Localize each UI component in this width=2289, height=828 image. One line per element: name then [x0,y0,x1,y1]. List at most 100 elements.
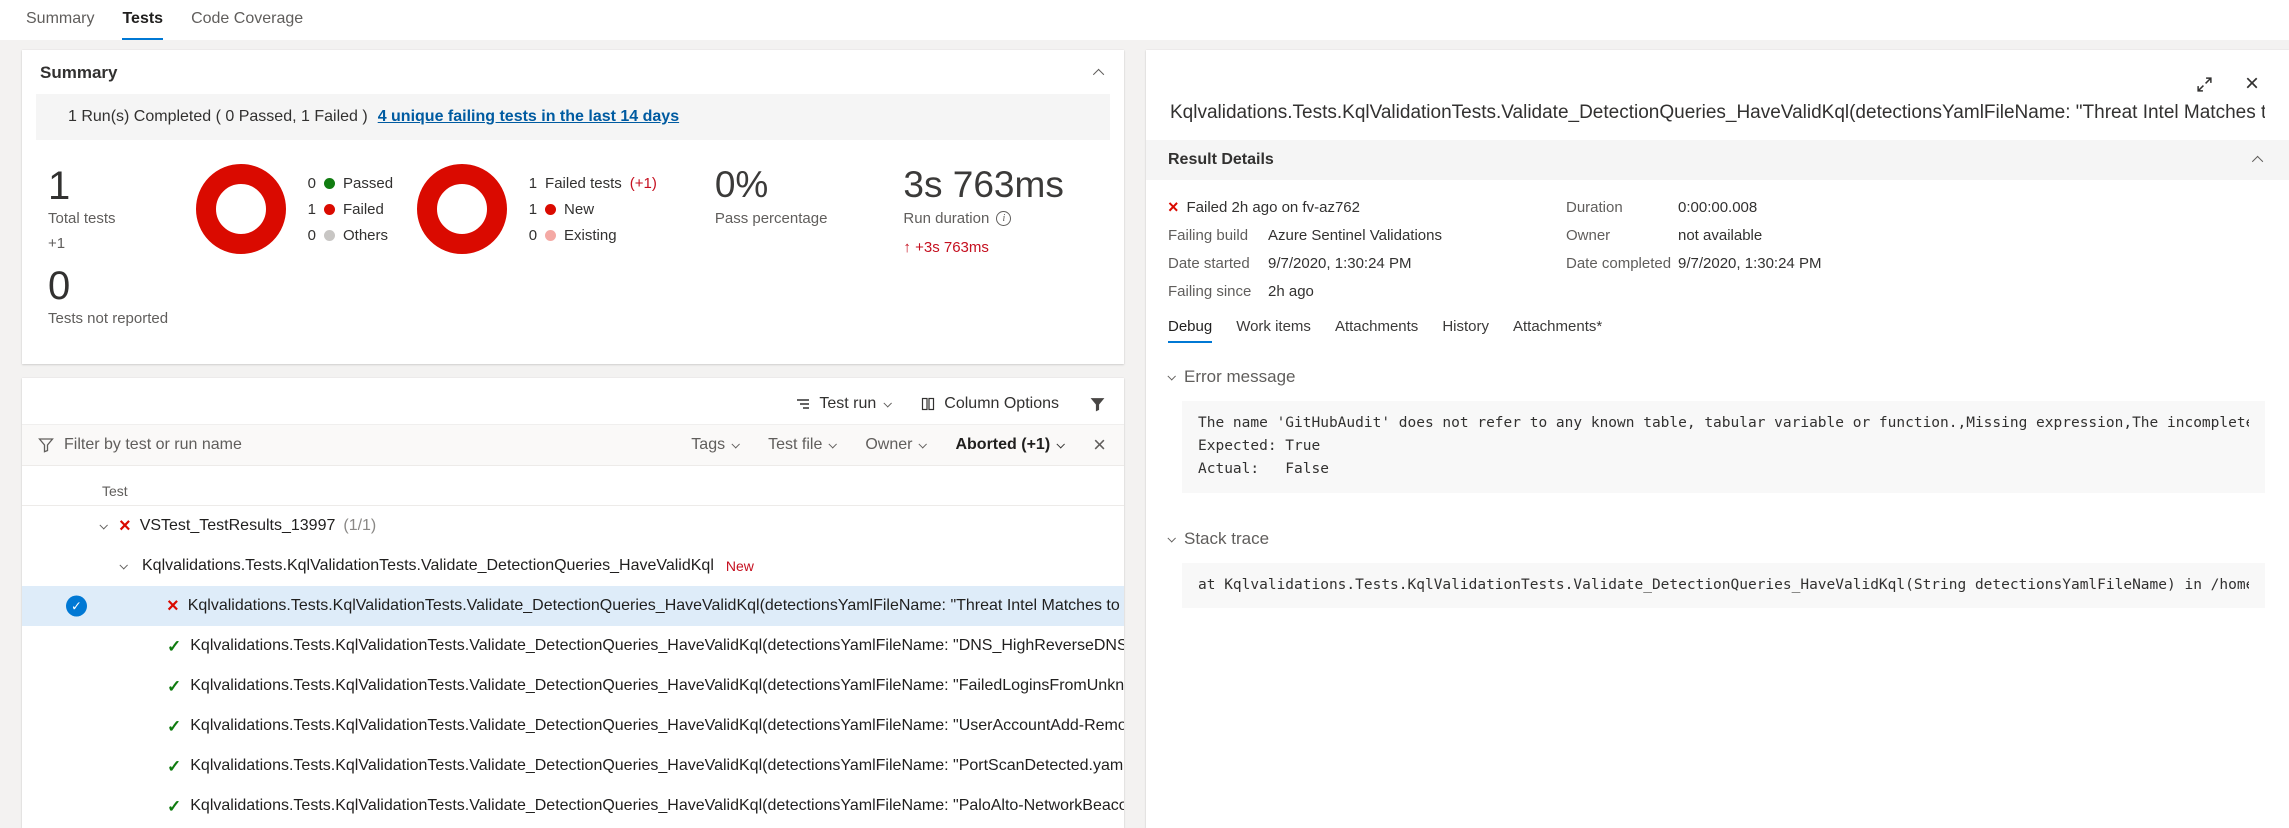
chevron-down-icon [883,399,893,408]
tab-tests[interactable]: Tests [122,0,164,40]
legend-row-others: 0 Others [304,227,393,244]
stack-trace-header[interactable]: Stack trace [1167,528,2265,549]
expand-panel-icon[interactable] [2196,72,2213,96]
test-column-header[interactable]: Test [102,483,128,499]
chevron-down-icon[interactable] [119,561,128,570]
tab-history[interactable]: History [1442,318,1489,343]
newness-donut-group: 1 Failed tests (+1) 1 New 0 Existing [417,164,657,254]
left-column: Summary 1 Run(s) Completed ( 0 Passed, 1… [22,50,1124,828]
clear-filter-icon[interactable]: × [1093,434,1106,456]
chevron-down-icon[interactable] [99,521,108,530]
outcome-row: × Failed 2h ago on fv-az762 [1168,198,1566,216]
table-row[interactable]: ✓ Kqlvalidations.Tests.KqlValidationTest… [22,786,1124,826]
passed-label: Passed [343,174,394,192]
outcome-legend: 0 Passed 1 Failed 0 Others [304,175,393,244]
runs-completed-text: 1 Run(s) Completed ( 0 Passed, 1 Failed … [68,108,368,125]
chevron-down-icon [1056,440,1066,449]
filter-input[interactable] [64,436,484,454]
table-row[interactable]: ✓ Kqlvalidations.Tests.KqlValidationTest… [22,626,1124,666]
selected-check-icon: ✓ [66,595,87,617]
table-row-group[interactable]: Kqlvalidations.Tests.KqlValidationTests.… [22,546,1124,586]
outcome-filter-dropdown[interactable]: Aborted (+1) [955,436,1066,454]
stack-trace-title: Stack trace [1184,528,1270,548]
stack-trace-line: at Kqlvalidations.Tests.KqlValidationTes… [1198,576,2249,593]
owner-filter-dropdown[interactable]: Owner [865,436,928,454]
others-dot-icon [324,229,335,241]
table-row[interactable]: ✓ Kqlvalidations.Tests.KqlValidationTest… [22,706,1124,746]
group-by-dropdown[interactable]: Test run [795,395,893,413]
test-file-filter-dropdown[interactable]: Test file [768,436,838,454]
summary-card-header: Summary [22,50,1124,92]
duration-value: 0:00:00.008 [1678,198,1758,216]
runs-completed-bar: 1 Run(s) Completed ( 0 Passed, 1 Failed … [36,94,1110,140]
column-options-button[interactable]: Column Options [920,395,1059,413]
new-badge: New [725,558,754,574]
others-label: Others [343,226,389,244]
tab-debug[interactable]: Debug [1168,318,1213,343]
test-name: Kqlvalidations.Tests.KqlValidationTests.… [190,717,1124,734]
error-message-header[interactable]: Error message [1167,367,2265,387]
details-tab-bar: Debug Work items Attachments History Att… [1146,318,2289,343]
tab-work-items[interactable]: Work items [1236,318,1311,343]
failed-label: Failed [343,200,384,218]
column-options-icon [922,397,935,411]
passed-count: 0 [307,174,316,192]
failing-tests-link[interactable]: 4 unique failing tests in the last 14 da… [378,108,679,126]
run-duration-value: 3s 763ms [903,164,1064,205]
outcome-donut-chart [196,164,286,254]
tab-attachments[interactable]: Attachments [1335,318,1418,343]
info-icon[interactable]: i [996,210,1012,226]
close-panel-icon[interactable]: × [2245,72,2259,96]
table-row[interactable]: ✓ Kqlvalidations.Tests.KqlValidationTest… [22,746,1124,786]
failing-build-label: Failing build [1168,227,1249,244]
legend-row-passed: 0 Passed [304,175,393,192]
failed-tests-count: 1 [528,174,538,192]
owner-value: not available [1678,227,1763,244]
tab-code-coverage[interactable]: Code Coverage [191,0,303,40]
run-duration-column: 3s 763ms Run duration i ↑ +3s 763ms [903,164,1063,256]
error-line: Expected: True [1198,438,1321,455]
existing-count: 0 [528,226,538,244]
failing-build-value[interactable]: Azure Sentinel Validations [1268,227,1442,244]
passed-icon: ✓ [167,796,182,816]
tags-filter-dropdown[interactable]: Tags [691,436,741,454]
owner-filter-label: Owner [865,436,913,453]
summary-stats: 1 Total tests +1 0 Tests not reported 0 … [22,140,1124,327]
result-details-grid: × Failed 2h ago on fv-az762 Duration 0:0… [1146,180,2289,300]
table-row-selected[interactable]: ✓ × Kqlvalidations.Tests.KqlValidationTe… [22,586,1124,626]
date-started-row: Date started 9/7/2020, 1:30:24 PM [1168,255,1566,272]
failed-tests-label: Failed tests [545,174,622,192]
outcome-filter-label: Aborted (+1) [955,436,1051,453]
not-reported-label: Tests not reported [48,310,169,327]
tab-summary[interactable]: Summary [26,0,94,40]
collapse-chevron-icon[interactable] [1092,68,1105,81]
date-started-label: Date started [1168,255,1250,272]
date-started-value: 9/7/2020, 1:30:24 PM [1268,255,1412,272]
others-count: 0 [307,226,316,244]
chevron-down-icon [918,440,928,449]
selected-test-title: Kqlvalidations.Tests.KqlValidationTests.… [1170,102,2265,123]
table-header: Test [22,472,1124,506]
test-name: Kqlvalidations.Tests.KqlValidationTests.… [190,637,1124,654]
total-tests-delta: +1 [48,235,66,252]
table-row-run[interactable]: × VSTest_TestResults_13997 (1/1) [22,506,1124,546]
table-row[interactable]: ✓ Kqlvalidations.Tests.KqlValidationTest… [22,666,1124,706]
filter-funnel-icon [38,438,54,453]
pass-percentage-label: Pass percentage [714,209,828,227]
failing-since-row: Failing since 2h ago [1168,283,1566,300]
new-dot-icon [545,203,557,215]
failed-tests-delta: (+1) [629,174,657,192]
newness-donut-chart [417,164,508,254]
error-message-section: Error message The name 'GitHubAudit' doe… [1146,367,2289,493]
result-details-section-header[interactable]: Result Details [1146,140,2289,180]
run-duration-label: Run duration [903,209,990,227]
page-content: Summary 1 Run(s) Completed ( 0 Passed, 1… [0,40,2289,828]
filter-funnel-icon [1090,397,1105,411]
failing-build-row: Failing build Azure Sentinel Validations [1168,227,1566,244]
date-completed-label: Date completed [1566,255,1672,272]
filter-toggle-button[interactable] [1089,396,1106,413]
tab-attachments-star[interactable]: Attachments* [1513,318,1602,343]
error-message-title: Error message [1184,367,1296,386]
outcome-donut-group: 0 Passed 1 Failed 0 Others [196,164,393,254]
failed-icon: × [167,595,179,617]
